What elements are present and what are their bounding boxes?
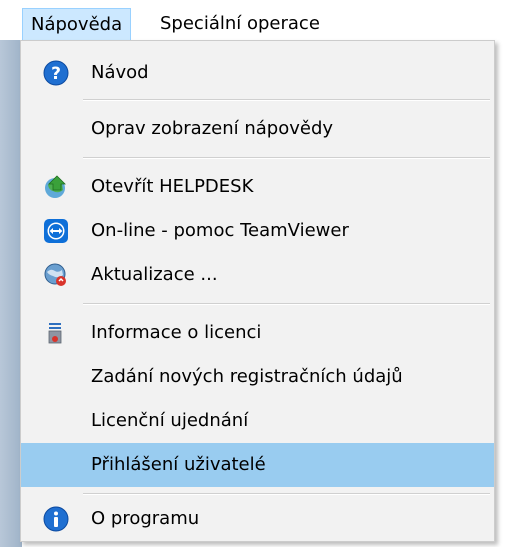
menu-item-label: Oprav zobrazení nápovědy xyxy=(91,118,334,139)
menu-item-prihlaseni-uzivatele[interactable]: Přihlášení uživatelé xyxy=(21,443,494,487)
menu-item-label: Přihlášení uživatelé xyxy=(91,454,266,475)
background-window-strip xyxy=(0,40,22,547)
menu-item-label: Licenční ujednání xyxy=(91,410,249,431)
help-question-icon: ? xyxy=(43,60,69,86)
info-icon xyxy=(43,506,69,532)
license-info-icon xyxy=(43,320,69,346)
menu-item-teamviewer[interactable]: On-line - pomoc TeamViewer xyxy=(21,209,494,253)
menu-item-label: Návod xyxy=(91,62,149,83)
menu-item-navod[interactable]: ? Návod xyxy=(21,51,494,95)
menu-separator xyxy=(83,99,490,101)
menu-item-otevrit-helpdesk[interactable]: Otevřít HELPDESK xyxy=(21,165,494,209)
menubar-item-specialni-operace[interactable]: Speciální operace xyxy=(152,8,328,40)
menu-separator xyxy=(83,493,490,495)
screen: Nápověda Speciální operace ? Návod Oprav… xyxy=(0,0,515,547)
menu-item-licencni-ujednani[interactable]: Licenční ujednání xyxy=(21,399,494,443)
menubar-item-napoveda[interactable]: Nápověda xyxy=(22,8,132,40)
menu-item-o-programu[interactable]: O programu xyxy=(21,497,494,541)
menu-separator xyxy=(83,157,490,159)
menu-item-informace-o-licenci[interactable]: Informace o licenci xyxy=(21,311,494,355)
menu-item-label: O programu xyxy=(91,508,200,529)
menu-item-label: Zadání nových registračních údajů xyxy=(91,366,403,387)
menu-separator xyxy=(83,303,490,305)
menu-item-label: Aktualizace ... xyxy=(91,264,218,285)
help-dropdown-menu: ? Návod Oprav zobrazení nápovědy Otevřít… xyxy=(20,40,495,542)
menu-item-aktualizace[interactable]: Aktualizace ... xyxy=(21,253,494,297)
menu-item-oprav-zobrazeni[interactable]: Oprav zobrazení nápovědy xyxy=(21,107,494,151)
menu-item-label: On-line - pomoc TeamViewer xyxy=(91,220,349,241)
menubar: Nápověda Speciální operace xyxy=(0,0,515,40)
menu-item-label: Otevřít HELPDESK xyxy=(91,176,254,197)
helpdesk-globe-icon xyxy=(43,174,69,200)
update-globe-icon xyxy=(43,262,69,288)
svg-text:?: ? xyxy=(51,64,61,84)
menu-item-zadani-registracnich-udaju[interactable]: Zadání nových registračních údajů xyxy=(21,355,494,399)
teamviewer-icon xyxy=(43,218,69,244)
menu-item-label: Informace o licenci xyxy=(91,322,262,343)
